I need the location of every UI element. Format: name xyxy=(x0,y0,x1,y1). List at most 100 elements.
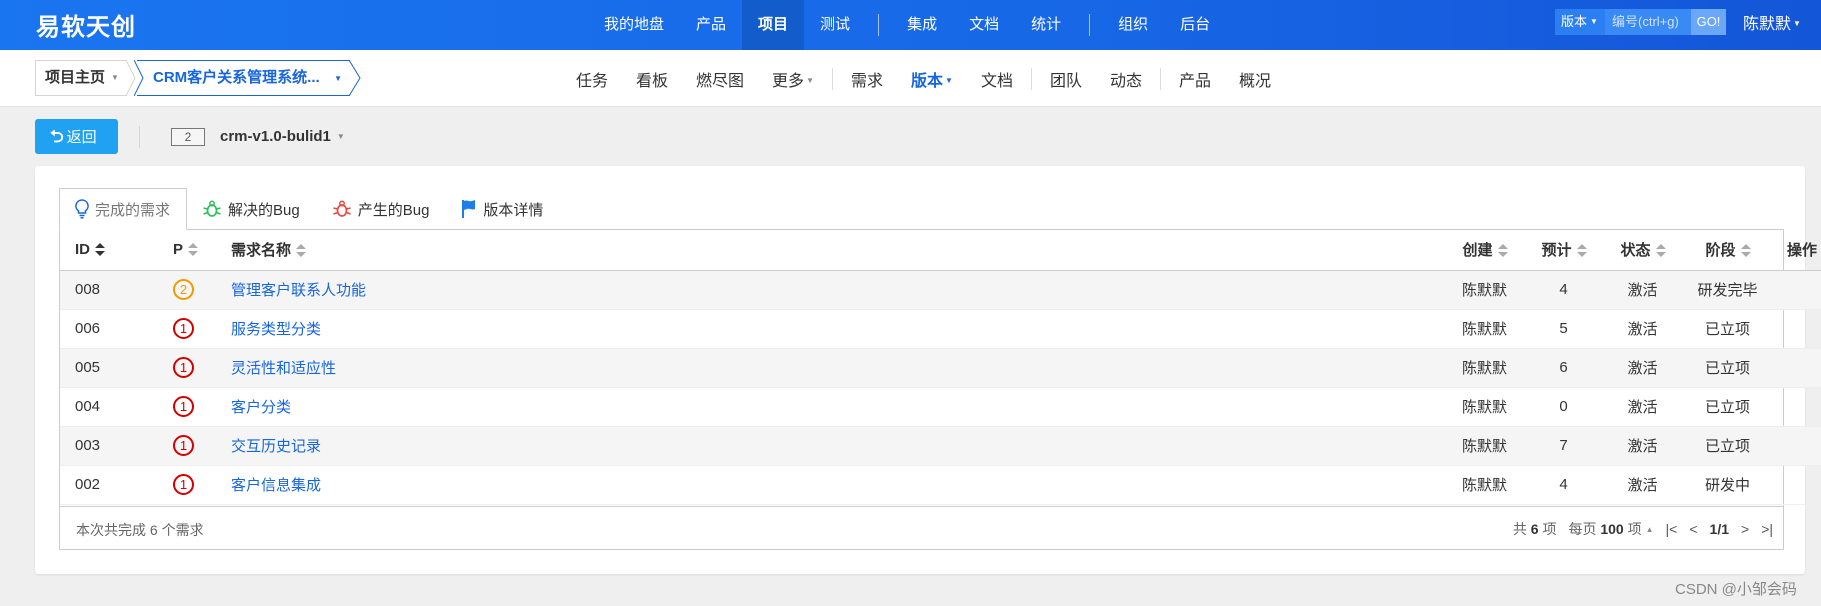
cell-creator: 陈默默 xyxy=(1445,309,1524,349)
subnav-build-label: 版本 xyxy=(911,72,944,90)
story-link[interactable]: 灵活性和适应性 xyxy=(231,360,336,377)
priority-badge: 1 xyxy=(173,396,194,417)
cell-estimate: 4 xyxy=(1524,465,1603,505)
search-input[interactable]: 编号(ctrl+g) xyxy=(1605,9,1691,35)
subnav-more[interactable]: 更多 ▼ xyxy=(758,67,828,91)
cell-priority: 1 xyxy=(173,426,231,466)
subnav-task[interactable]: 任务 xyxy=(562,67,622,91)
watermark: CSDN @小邹会码 xyxy=(1675,581,1797,598)
pager-per-page[interactable]: 每页 100 项 ▲ xyxy=(1568,519,1653,539)
cell-priority: 1 xyxy=(173,309,231,349)
story-link[interactable]: 客户分类 xyxy=(231,399,291,416)
col-stage-header[interactable]: 阶段 xyxy=(1682,230,1773,271)
subnav-burndown[interactable]: 燃尽图 xyxy=(682,67,758,91)
cell-status: 激活 xyxy=(1603,387,1682,427)
pager-total-prefix: 共 xyxy=(1512,521,1527,537)
cell-name: 管理客户联系人功能 xyxy=(231,270,1445,310)
col-name-label: 需求名称 xyxy=(231,242,292,260)
nav-admin[interactable]: 后台 xyxy=(1164,0,1226,50)
nav-stats[interactable]: 统计 xyxy=(1015,0,1077,50)
subnav-team[interactable]: 团队 xyxy=(1036,67,1096,91)
version-name: crm-v1.0-bulid1 xyxy=(220,128,331,145)
nav-doc[interactable]: 文档 xyxy=(953,0,1015,50)
cell-actions xyxy=(1773,309,1821,349)
last-page-icon[interactable]: >| xyxy=(1761,521,1773,537)
col-status-header[interactable]: 状态 xyxy=(1603,230,1682,271)
chevron-down-icon: ▼ xyxy=(334,74,342,83)
col-name-header[interactable]: 需求名称 xyxy=(231,230,1445,271)
breadcrumb-separator xyxy=(349,60,361,96)
cell-id: 004 xyxy=(60,387,173,427)
pager: 共 6 项 每页 100 项 ▲ |< < 1/1 > >| xyxy=(1513,519,1773,539)
col-estimate-header[interactable]: 预计 xyxy=(1524,230,1603,271)
nav-test[interactable]: 测试 xyxy=(804,0,866,50)
nav-divider xyxy=(1089,14,1091,36)
subnav-product[interactable]: 产品 xyxy=(1165,67,1225,91)
tab-finished-stories[interactable]: 完成的需求 xyxy=(59,188,188,230)
tab-created-bugs[interactable]: 产生的Bug xyxy=(317,188,447,230)
version-select[interactable]: crm-v1.0-bulid1 ▼ xyxy=(220,128,345,145)
story-link[interactable]: 交互历史记录 xyxy=(231,438,321,455)
tab-build-details[interactable]: 版本详情 xyxy=(446,188,560,230)
nav-org[interactable]: 组织 xyxy=(1102,0,1164,50)
cell-status: 激活 xyxy=(1603,309,1682,349)
search-go-button[interactable]: GO! xyxy=(1691,9,1726,35)
cell-creator: 陈默默 xyxy=(1445,348,1524,388)
cell-actions xyxy=(1773,465,1821,505)
subnav-more-label: 更多 xyxy=(772,72,805,90)
breadcrumb-project-home[interactable]: 项目主页 ▼ xyxy=(35,60,127,96)
cell-id: 008 xyxy=(60,270,173,310)
story-link[interactable]: 管理客户联系人功能 xyxy=(231,282,366,299)
subnav-build[interactable]: 版本 ▼ xyxy=(897,67,967,91)
story-link[interactable]: 客户信息集成 xyxy=(231,477,321,494)
subnav-doc[interactable]: 文档 xyxy=(967,67,1027,91)
subnav-dynamic[interactable]: 动态 xyxy=(1096,67,1156,91)
story-link[interactable]: 服务类型分类 xyxy=(231,321,321,338)
table-row: 008 2 管理客户联系人功能 陈默默 4 激活 研发完毕 xyxy=(60,270,1821,310)
version-id-badge: 2 xyxy=(171,128,205,146)
cell-estimate: 7 xyxy=(1524,426,1603,466)
table-row: 002 1 客户信息集成 陈默默 4 激活 研发中 xyxy=(60,465,1821,505)
table-row: 003 1 交互历史记录 陈默默 7 激活 已立项 xyxy=(60,426,1821,466)
chevron-down-icon: ▼ xyxy=(1590,17,1598,26)
back-label: 返回 xyxy=(66,129,97,146)
table-summary: 本次共完成 6 个需求 xyxy=(76,522,204,538)
subnav-divider xyxy=(831,67,833,90)
cell-estimate: 4 xyxy=(1524,270,1603,310)
undo-arrow-icon: ⮌ xyxy=(50,127,64,146)
subnav-kanban[interactable]: 看板 xyxy=(622,67,682,91)
pager-total: 6 xyxy=(1530,521,1539,537)
table-row: 004 1 客户分类 陈默默 0 激活 已立项 xyxy=(60,387,1821,427)
nav-project[interactable]: 项目 xyxy=(742,0,805,50)
tab-resolved-bugs[interactable]: 解决的Bug xyxy=(187,188,317,230)
col-pri-header[interactable]: P xyxy=(173,230,231,271)
back-button[interactable]: ⮌ 返回 xyxy=(35,119,118,154)
nav-ci[interactable]: 集成 xyxy=(891,0,953,50)
cell-id: 002 xyxy=(60,465,173,505)
brand-logo[interactable]: 易软天创 xyxy=(36,7,136,42)
cell-actions xyxy=(1773,348,1821,388)
pager-page: 1/1 xyxy=(1709,521,1729,537)
flag-icon xyxy=(461,199,477,219)
nav-my[interactable]: 我的地盘 xyxy=(588,0,680,50)
cell-id: 006 xyxy=(60,309,173,349)
sort-icon xyxy=(1497,244,1508,258)
table-header-row: ID P 需求名称 创建 预计 状态 阶段 操作 xyxy=(60,230,1821,271)
next-page-icon[interactable]: > xyxy=(1741,521,1749,537)
user-menu[interactable]: 陈默默 ▼ xyxy=(1743,10,1801,34)
nav-product[interactable]: 产品 xyxy=(680,0,742,50)
cell-stage: 研发完毕 xyxy=(1682,270,1773,310)
subnav-overview[interactable]: 概况 xyxy=(1225,67,1285,91)
sort-icon xyxy=(188,243,199,257)
col-id-header[interactable]: ID xyxy=(60,230,173,271)
breadcrumb-project[interactable]: CRM客户关系管理系统... ▼ xyxy=(137,60,350,96)
table-row: 005 1 灵活性和适应性 陈默默 6 激活 已立项 xyxy=(60,348,1821,388)
col-creator-header[interactable]: 创建 xyxy=(1445,230,1524,271)
project-sub-nav: 任务 看板 燃尽图 更多 ▼ 需求 版本 ▼ 文档 团队 动态 产品 概况 xyxy=(562,50,1285,107)
nav-divider xyxy=(878,14,880,36)
search-type-select[interactable]: 版本 ▼ xyxy=(1555,9,1605,35)
subnav-story[interactable]: 需求 xyxy=(837,67,897,91)
first-page-icon[interactable]: |< xyxy=(1666,521,1678,537)
cell-status: 激活 xyxy=(1603,426,1682,466)
prev-page-icon[interactable]: < xyxy=(1689,521,1697,537)
